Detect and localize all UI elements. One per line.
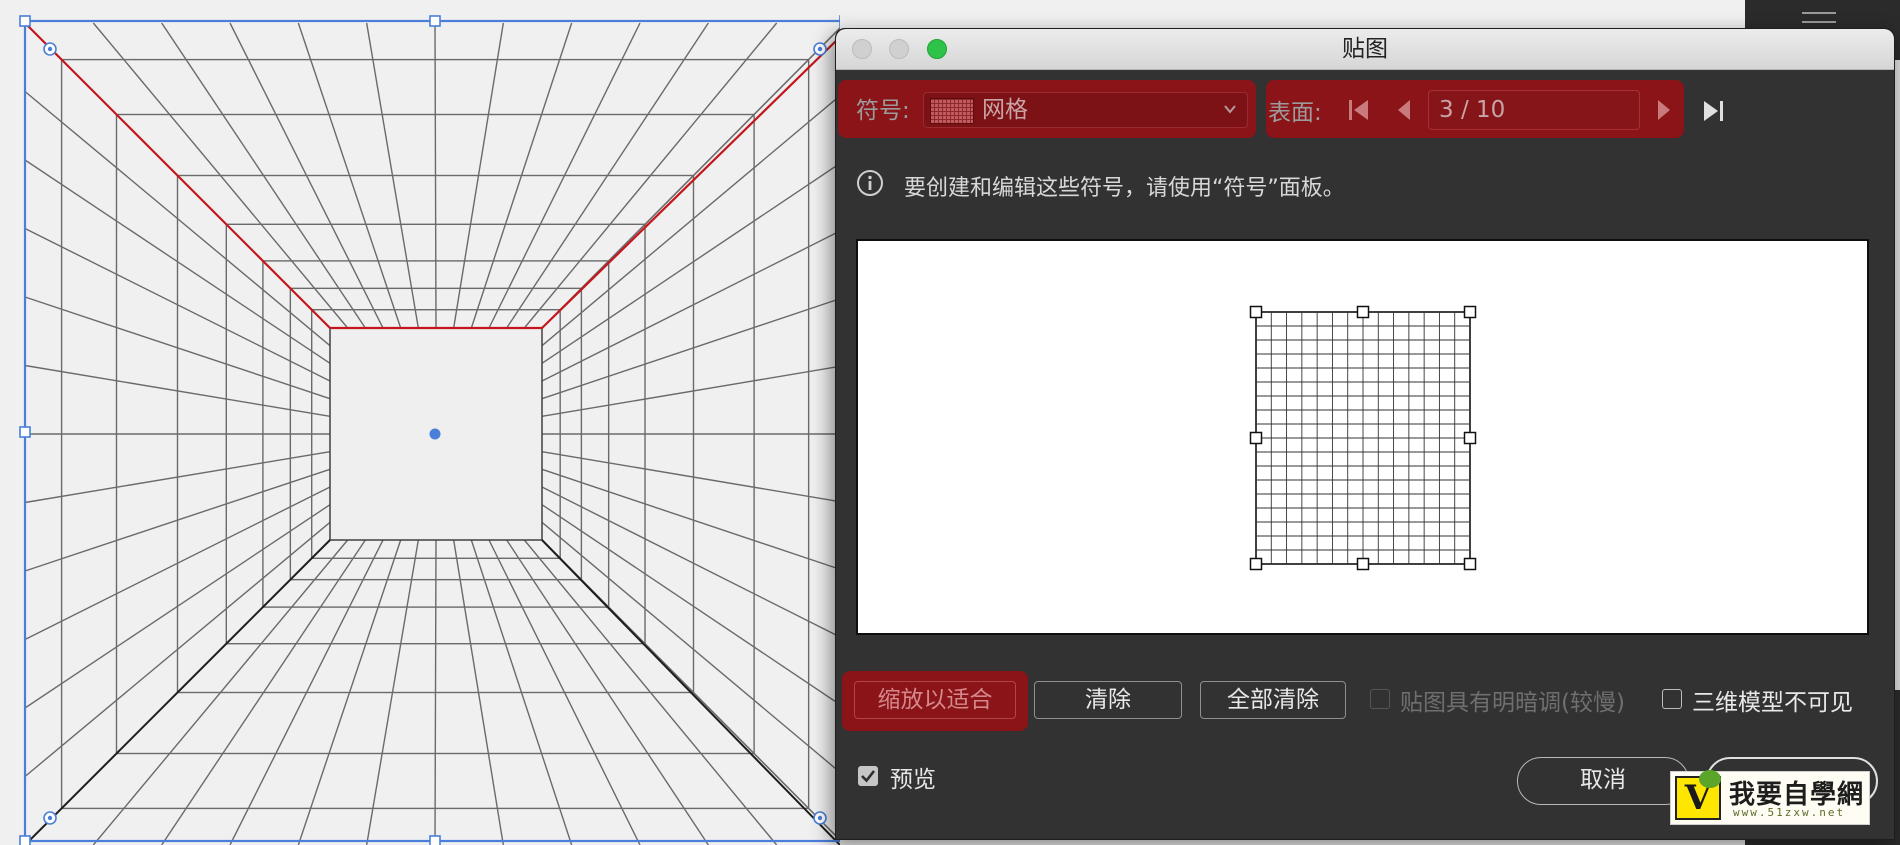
- cancel-button[interactable]: 取消: [1517, 757, 1689, 805]
- symbol-label: 符号:: [856, 98, 910, 124]
- last-surface-icon[interactable]: [1702, 98, 1726, 124]
- shade-artwork-checkbox[interactable]: [1370, 689, 1390, 709]
- preview-checkbox[interactable]: [858, 766, 878, 786]
- invisible-geometry-checkbox[interactable]: [1662, 689, 1682, 709]
- clear-button[interactable]: 清除: [1034, 681, 1182, 719]
- previous-surface-icon[interactable]: [1396, 98, 1412, 122]
- symbol-swatch: [930, 98, 974, 124]
- leaf-icon: [1699, 770, 1721, 788]
- artboard-canvas[interactable]: [0, 0, 840, 845]
- preview-label: 预览: [890, 767, 936, 793]
- dialog-title: 贴图: [1342, 36, 1388, 62]
- symbol-dropdown[interactable]: 网格: [923, 92, 1248, 128]
- info-message: 要创建和编辑这些符号，请使用“符号”面板。: [904, 176, 1345, 201]
- surface-number-field[interactable]: 3 / 10: [1428, 90, 1640, 130]
- surface-value: 3 / 10: [1439, 97, 1506, 123]
- shade-artwork-label: 贴图具有明暗调(较慢): [1400, 690, 1625, 716]
- dialog-titlebar[interactable]: 贴图: [836, 29, 1894, 70]
- surface-group: 表面: 3 / 10: [1266, 80, 1684, 138]
- clear-all-button[interactable]: 全部清除: [1200, 681, 1346, 719]
- watermark-url: www.51zxw.net: [1733, 806, 1846, 819]
- perspective-grid-artwork[interactable]: [0, 0, 840, 845]
- symbol-value: 网格: [982, 97, 1028, 123]
- first-surface-icon[interactable]: [1348, 98, 1370, 122]
- next-surface-icon[interactable]: [1656, 98, 1672, 122]
- symbol-group: 符号: 网格: [838, 80, 1256, 138]
- surface-label: 表面:: [1268, 100, 1322, 126]
- site-watermark-logo: V 我要自學網 www.51zxw.net: [1670, 770, 1870, 825]
- symbol-preview-graphic[interactable]: [858, 241, 1867, 633]
- symbol-preview-area[interactable]: [856, 239, 1869, 635]
- info-icon: [857, 170, 883, 196]
- map-art-dialog: 贴图 符号: 网格 表面: 3 / 10 要创建和编辑这些符号，请使用“符号”面…: [835, 28, 1895, 840]
- chevron-down-icon: [1224, 105, 1236, 114]
- invisible-geometry-label: 三维模型不可见: [1692, 690, 1853, 716]
- checkmark-icon: [861, 770, 876, 783]
- scale-to-fit-button[interactable]: 缩放以适合: [854, 681, 1016, 719]
